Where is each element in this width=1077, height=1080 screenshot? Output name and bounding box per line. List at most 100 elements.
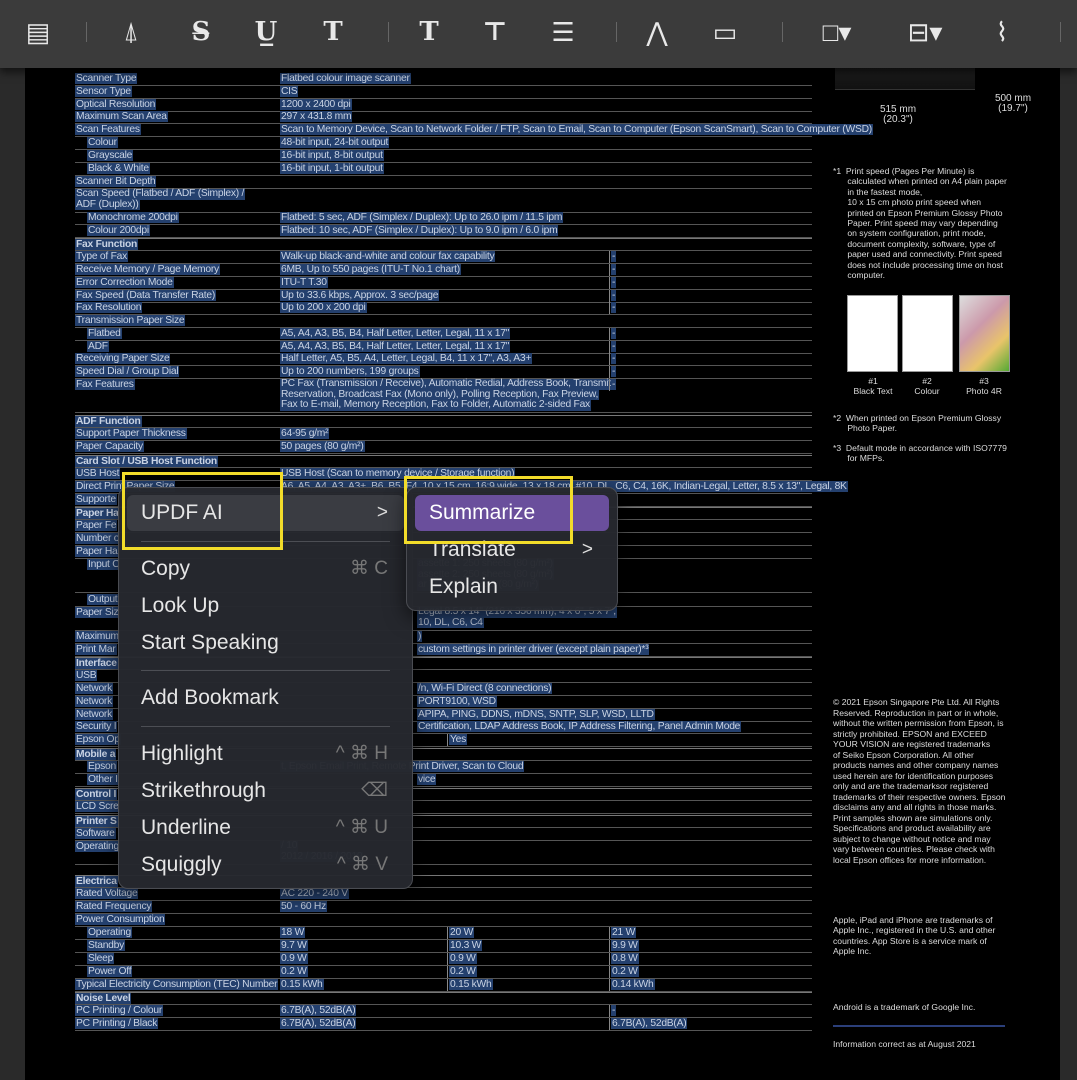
table-row: Receiving Paper Size Half Letter, A5, B5,… [75,353,812,366]
row-value: 0.2 W [280,966,308,977]
menu-item-label: Squiggly [141,853,222,876]
row-label: Fax Features [75,379,135,390]
menu-item-add-bookmark[interactable]: Add Bookmark [127,680,404,716]
table-row: Maximum Scan Area 297 x 431.8 mm [75,111,812,124]
squiggly-text-icon[interactable]: T [316,14,350,50]
table-row: Operating 18 W 20 W 21 W [75,927,812,940]
row-value-col2: 0.15 kWh [447,979,493,991]
android-trademark: Android is a trademark of Google Inc. [833,1002,976,1012]
annotation-toolbar: ▤ ⍋ S̶ U̲ T T ⊤ ☰ ⋀ ▭ □▾ ⊟▾ ⌇ [0,0,1077,68]
row-value: 16-bit input, 8-bit output [280,150,384,161]
table-row: Receive Memory / Page Memory 6MB, Up to 5… [75,264,812,277]
text-box-icon[interactable]: ⊤ [478,14,512,50]
toolbar-separator [86,22,87,42]
row-label: Support Paper Thickness [75,428,187,439]
row-label: Type of Fax [75,251,129,262]
row-label: Paper Ha [75,508,120,519]
menu-item-copy[interactable]: Copy ⌘ C [127,551,404,587]
row-value: /n, Wi-Fi Direct (8 connections) [417,683,553,694]
row-label: ADF [87,341,109,352]
toolbar-separator [388,22,389,42]
attachment-icon[interactable]: ⌇ [985,14,1019,50]
sample-thumb-black-text [847,295,898,372]
measure-icon[interactable]: ⊟▾ [900,14,950,50]
row-value: Half Letter, A5, B5, A4, Letter, Legal, … [280,353,533,364]
row-label: Number o [75,533,121,544]
row-label: Network [75,696,114,707]
table-row: Grayscale 16-bit input, 8-bit output [75,150,812,163]
row-label: Output [87,594,119,605]
eraser-icon[interactable]: ▭ [708,14,742,50]
table-row: Colour 200dpi Flatbed: 10 sec, ADF (Simpl… [75,225,812,238]
row-label: Paper Ha [75,546,119,557]
menu-item-label: Highlight [141,742,223,765]
row-label: Colour [87,137,118,148]
toolbar-separator [782,22,783,42]
row-value: custom settings in printer driver (excep… [417,644,650,655]
row-value: 18 W [280,927,306,938]
text-icon[interactable]: T [412,14,446,50]
text-callout-icon[interactable]: ☰ [546,14,580,50]
row-value-col3: - [609,264,617,276]
row-value-col3: 0.8 W [609,953,639,965]
row-value-col3: 6.7B(A), 52dB(A) [609,1018,688,1030]
row-label: Epson [87,761,117,772]
row-value: Walk-up black-and-white and colour fax c… [280,251,496,262]
row-label: Other I [87,774,119,785]
table-row: PC Printing / Colour 6.7B(A), 52dB(A) - [75,1005,812,1018]
menu-item-squiggly[interactable]: Squiggly ^ ⌘ V [127,847,404,883]
row-value: A5, A4, A3, B5, B4, Half Letter, Letter,… [280,341,511,352]
row-label: Sleep [87,953,115,964]
row-value: 297 x 431.8 mm [280,111,353,122]
row-label: Print Mar [75,644,117,655]
apple-trademark: Apple, iPad and iPhone are trademarks of… [833,915,996,957]
underline-icon[interactable]: U̲ [249,14,283,50]
footnote-1: *1 Print speed (Pages Per Minute) is cal… [833,166,1007,281]
depth-dimension: 500 mm (19.7") [994,93,1032,115]
comment-icon[interactable]: ▤ [21,14,55,50]
shape-rectangle-icon[interactable]: □▾ [812,14,862,50]
row-value-col3: - [609,328,617,340]
row-value-col3: 0.2 W [609,966,639,978]
row-label: Control I [75,789,118,800]
row-value: 16-bit input, 1-bit output [280,163,384,174]
section-header: ADF Function [75,415,812,428]
row-label: PC Printing / Colour [75,1005,163,1016]
highlighter-icon[interactable]: ⍋ [114,14,148,50]
table-row: Flatbed A5, A4, A3, B5, B4, Half Letter, … [75,328,812,341]
row-value: Flatbed: 5 sec, ADF (Simplex / Duplex): … [280,212,564,223]
row-value-col2: Yes [447,734,468,746]
row-label: Scan Features [75,124,141,135]
menu-item-look-up[interactable]: Look Up [127,588,404,624]
shortcut-hint: ⌫ [361,780,388,801]
sample-thumb-colour [902,295,953,372]
row-label: Optical Resolution [75,99,157,110]
menu-item-start-speaking[interactable]: Start Speaking [127,625,404,661]
sample-thumb-photo [959,295,1010,372]
row-label: Card Slot / USB Host Function [75,456,218,467]
menu-item-highlight[interactable]: Highlight ^ ⌘ H [127,736,404,772]
row-value: 6.7B(A), 52dB(A) [280,1005,357,1016]
pencil-icon[interactable]: ⋀ [640,14,674,50]
row-label: Network [75,709,114,720]
row-value-col3: - [609,366,617,378]
row-value: ) [417,631,423,642]
row-value: APIPA, PING, DDNS, mDNS, SNTP, SLP, WSD,… [417,709,655,720]
row-value-col2: 0.2 W [447,966,477,978]
menu-separator [141,726,390,727]
menu-item-strikethrough[interactable]: Strikethrough ⌫ [127,773,404,809]
row-label: Speed Dial / Group Dial [75,366,180,377]
strikethrough-icon[interactable]: S̶ [184,14,218,50]
shortcut-hint: ⌘ C [350,558,388,579]
sample-caption: #3 Photo 4R [966,376,1002,396]
row-value: CIS [280,86,299,97]
menu-item-underline[interactable]: Underline ^ ⌘ U [127,810,404,846]
row-label: PC Printing / Black [75,1018,159,1029]
row-value: 1200 x 2400 dpi [280,99,352,110]
row-value: 0.9 W [280,953,308,964]
row-value: Up to 200 x 200 dpi [280,302,367,313]
section-header: Noise Level [75,992,812,1005]
row-value: A5, A4, A3, B5, B4, Half Letter, Letter,… [280,328,511,339]
table-row: Standby 9.7 W 10.3 W 9.9 W [75,940,812,953]
menu-item-explain[interactable]: Explain [415,569,609,605]
